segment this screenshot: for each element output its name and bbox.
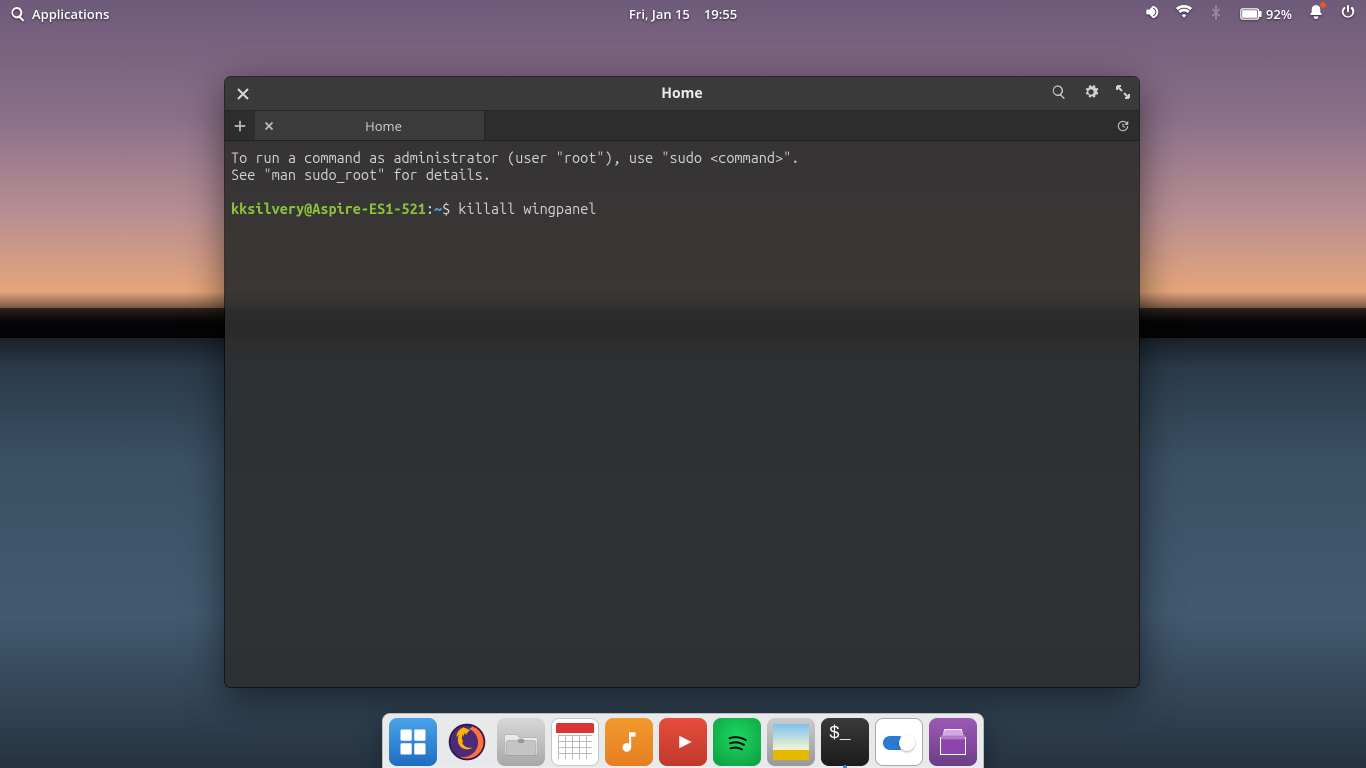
terminal-window: Home Home To run a command as administra…	[225, 77, 1139, 687]
appcenter-icon	[929, 718, 977, 766]
applications-menu[interactable]: Applications	[10, 5, 109, 23]
window-titlebar[interactable]: Home	[225, 77, 1139, 111]
dock-item-youtube[interactable]	[659, 718, 707, 766]
search-icon	[10, 6, 26, 22]
dock-item-terminal[interactable]: $_	[821, 718, 869, 766]
battery-icon	[1240, 7, 1262, 21]
multitasking-icon	[389, 718, 437, 766]
tab-home[interactable]: Home	[255, 111, 485, 140]
search-icon	[1051, 84, 1067, 100]
photos-icon	[767, 718, 815, 766]
files-icon	[497, 718, 545, 766]
youtube-icon	[659, 718, 707, 766]
fullscreen-icon	[1115, 84, 1131, 100]
prompt-userhost: kksilvery@Aspire-ES1-521	[231, 200, 426, 217]
clock[interactable]: Fri, Jan 15 19:55	[629, 5, 737, 23]
dock-item-spotify[interactable]	[713, 718, 761, 766]
bell-icon	[1308, 4, 1324, 20]
new-tab-button[interactable]	[225, 111, 255, 140]
panel-time: 19:55	[704, 5, 737, 23]
window-maximize-button[interactable]	[1115, 83, 1131, 105]
wifi-icon	[1176, 4, 1192, 20]
close-icon	[262, 119, 276, 133]
battery-indicator[interactable]: 92%	[1240, 5, 1292, 23]
desktop: Applications Fri, Jan 15 19:55 92% Home	[0, 0, 1366, 768]
sound-indicator[interactable]	[1144, 4, 1160, 24]
window-title: Home	[661, 84, 702, 103]
dock-item-firefox[interactable]	[443, 718, 491, 766]
dock-item-system-settings[interactable]	[875, 718, 923, 766]
dock-item-calendar[interactable]	[551, 718, 599, 766]
dock-item-multitasking[interactable]	[389, 718, 437, 766]
dock-item-appcenter[interactable]	[929, 718, 977, 766]
music-icon	[605, 718, 653, 766]
top-panel: Applications Fri, Jan 15 19:55 92%	[0, 0, 1366, 28]
power-icon	[1340, 4, 1356, 20]
dock-item-music[interactable]	[605, 718, 653, 766]
motd-line-1: To run a command as administrator (user …	[231, 149, 799, 166]
applications-label: Applications	[32, 5, 109, 23]
close-icon	[235, 86, 251, 102]
terminal-icon: $_	[821, 718, 869, 766]
window-close-button[interactable]	[233, 84, 253, 104]
panel-date: Fri, Jan 15	[629, 5, 690, 23]
window-settings-button[interactable]	[1083, 83, 1099, 105]
bluetooth-indicator[interactable]	[1208, 4, 1224, 24]
battery-percent: 92%	[1266, 5, 1292, 23]
dock-item-files[interactable]	[497, 718, 545, 766]
history-icon	[1116, 119, 1130, 133]
gear-icon	[1083, 84, 1099, 100]
terminal-output[interactable]: To run a command as administrator (user …	[225, 141, 1139, 687]
prompt-sep: :	[426, 200, 434, 217]
tab-bar: Home	[225, 111, 1139, 141]
window-search-button[interactable]	[1051, 83, 1067, 105]
notifications-indicator[interactable]	[1308, 4, 1324, 24]
dock-item-photos[interactable]	[767, 718, 815, 766]
tab-close-button[interactable]	[255, 119, 283, 133]
spotify-icon	[713, 718, 761, 766]
session-indicator[interactable]	[1340, 4, 1356, 24]
bluetooth-off-icon	[1208, 4, 1224, 20]
plus-icon	[233, 119, 247, 133]
network-indicator[interactable]	[1176, 4, 1192, 24]
volume-icon	[1144, 4, 1160, 20]
prompt-path: ~	[434, 200, 442, 217]
tab-label: Home	[283, 117, 484, 135]
calendar-icon	[551, 718, 599, 766]
prompt-command: killall wingpanel	[458, 200, 596, 217]
history-button[interactable]	[1107, 111, 1139, 140]
firefox-icon	[443, 718, 491, 766]
settings-icon	[875, 718, 923, 766]
dock: $_	[382, 713, 984, 768]
motd-line-2: See "man sudo_root" for details.	[231, 166, 491, 183]
prompt-sigil: $	[442, 200, 450, 217]
